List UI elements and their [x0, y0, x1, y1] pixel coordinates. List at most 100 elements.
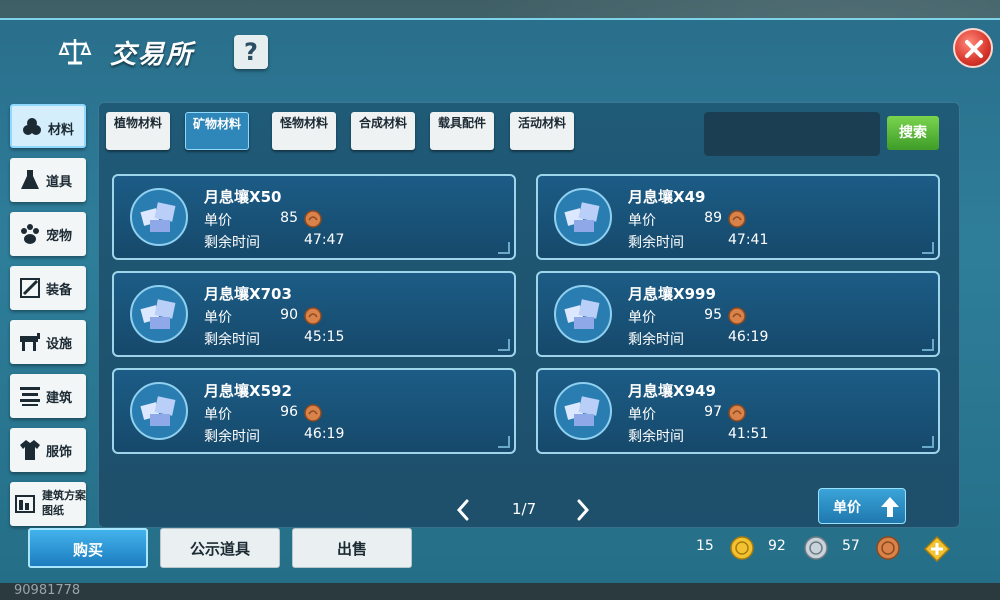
time-label: 剩余时间 — [628, 429, 684, 445]
tab-synthetic-materials[interactable]: 合成材料 — [351, 112, 415, 150]
listing-card[interactable]: 月息壤X949 单价 97 剩余时间 41:51 — [536, 368, 940, 454]
price-label: 单价 — [628, 407, 656, 423]
title-bar: 交易所 ? — [0, 20, 1000, 82]
copper-coin-icon — [304, 404, 322, 422]
materials-icon — [23, 118, 41, 135]
scale-icon — [58, 39, 92, 65]
soil-item-icon — [130, 285, 188, 343]
blueprint-icon — [15, 495, 35, 513]
price-value: 96 — [280, 404, 298, 420]
sidebar-item-props[interactable]: 道具 — [10, 158, 86, 202]
soil-item-icon — [554, 285, 612, 343]
soil-item-icon — [554, 188, 612, 246]
listing-card[interactable]: 月息壤X49 单价 89 剩余时间 47:41 — [536, 174, 940, 260]
price-value: 97 — [704, 404, 722, 420]
price-value: 85 — [280, 210, 298, 226]
buy-button[interactable]: 购买 — [28, 528, 148, 568]
corner-decoration — [498, 242, 510, 254]
sidebar-item-blueprints[interactable]: 建筑方案图纸 — [10, 482, 86, 526]
sidebar-item-equipment[interactable]: 装备 — [10, 266, 86, 310]
time-value: 47:47 — [304, 232, 345, 248]
gold-coin-icon — [730, 536, 754, 560]
publicize-items-button[interactable]: 公示道具 — [160, 528, 280, 568]
tab-mineral-materials[interactable]: 矿物材料 — [185, 112, 249, 150]
paw-icon — [21, 224, 39, 244]
sidebar-item-buildings[interactable]: 建筑 — [10, 374, 86, 418]
copper-coin-icon — [304, 307, 322, 325]
close-icon — [965, 40, 983, 58]
tab-plant-materials[interactable]: 植物材料 — [106, 112, 170, 150]
price-value: 95 — [704, 307, 722, 323]
price-label: 单价 — [204, 407, 232, 423]
soil-item-icon — [554, 382, 612, 440]
corner-decoration — [498, 436, 510, 448]
time-label: 剩余时间 — [204, 332, 260, 348]
time-value: 47:41 — [728, 232, 769, 248]
listing-name: 月息壤X49 — [628, 188, 706, 206]
price-value: 89 — [704, 210, 722, 226]
page-title: 交易所 — [110, 40, 195, 70]
silver-amount: 92 — [768, 538, 786, 554]
corner-decoration — [922, 339, 934, 351]
sell-button[interactable]: 出售 — [292, 528, 412, 568]
sidebar-item-label: 建筑 — [46, 391, 73, 406]
time-value: 46:19 — [728, 329, 769, 345]
search-button[interactable]: 搜索 — [887, 116, 939, 150]
copper-coin-icon — [728, 404, 746, 422]
sword-icon — [20, 278, 40, 298]
listing-card[interactable]: 月息壤X592 单价 96 剩余时间 46:19 — [112, 368, 516, 454]
sort-by-price-button[interactable]: 单价 — [818, 488, 906, 524]
price-label: 单价 — [204, 310, 232, 326]
sidebar-item-pets[interactable]: 宠物 — [10, 212, 86, 256]
sidebar-item-clothing[interactable]: 服饰 — [10, 428, 86, 472]
flask-icon — [21, 170, 39, 189]
listing-name: 月息壤X999 — [628, 285, 716, 303]
copper-coin-icon — [728, 307, 746, 325]
time-label: 剩余时间 — [204, 235, 260, 251]
tab-monster-materials[interactable]: 怪物材料 — [272, 112, 336, 150]
copper-amount: 57 — [842, 538, 860, 554]
sidebar-item-facilities[interactable]: 设施 — [10, 320, 86, 364]
listing-card[interactable]: 月息壤X703 单价 90 剩余时间 45:15 — [112, 271, 516, 357]
time-value: 45:15 — [304, 329, 345, 345]
corner-decoration — [498, 339, 510, 351]
exchange-window: 交易所 ? 材料 道具 宠物 装备 设施 建筑 服饰 建筑方案图纸 植物材料 矿… — [0, 18, 1000, 585]
help-button[interactable]: ? — [234, 35, 268, 69]
sidebar-item-materials[interactable]: 材料 — [10, 104, 86, 148]
listing-name: 月息壤X949 — [628, 382, 716, 400]
time-value: 41:51 — [728, 426, 769, 442]
sidebar-item-label: 服饰 — [46, 445, 73, 460]
footer-strip — [0, 583, 1000, 600]
listing-name: 月息壤X50 — [204, 188, 282, 206]
building-icon — [20, 387, 40, 406]
listing-name: 月息壤X592 — [204, 382, 292, 400]
sidebar-item-label: 建筑方案图纸 — [42, 489, 86, 517]
clothing-icon — [20, 440, 40, 460]
copper-coin-icon — [876, 536, 900, 560]
listing-card[interactable]: 月息壤X999 单价 95 剩余时间 46:19 — [536, 271, 940, 357]
price-label: 单价 — [204, 213, 232, 229]
sort-label: 单价 — [833, 500, 861, 516]
sidebar-item-label: 宠物 — [46, 229, 73, 244]
tab-vehicle-parts[interactable]: 载具配件 — [430, 112, 494, 150]
sidebar-item-label: 设施 — [46, 337, 73, 352]
chevron-right-icon[interactable] — [574, 498, 592, 522]
page-indicator: 1/7 — [512, 500, 537, 518]
search-input[interactable] — [704, 112, 880, 156]
tab-event-materials[interactable]: 活动材料 — [510, 112, 574, 150]
gold-amount: 15 — [696, 538, 714, 554]
close-button[interactable] — [953, 28, 993, 68]
time-label: 剩余时间 — [628, 332, 684, 348]
silver-coin-icon — [804, 536, 828, 560]
copper-coin-icon — [728, 210, 746, 228]
market-panel: 植物材料 矿物材料 怪物材料 合成材料 载具配件 活动材料 搜索 月息壤X50 … — [98, 102, 960, 528]
add-currency-button[interactable] — [924, 536, 950, 562]
corner-decoration — [922, 242, 934, 254]
chevron-left-icon[interactable] — [454, 498, 472, 522]
sort-arrow-icon — [881, 497, 899, 517]
time-value: 46:19 — [304, 426, 345, 442]
time-label: 剩余时间 — [204, 429, 260, 445]
listing-card[interactable]: 月息壤X50 单价 85 剩余时间 47:47 — [112, 174, 516, 260]
facility-icon — [20, 333, 40, 351]
sidebar-item-label: 道具 — [46, 175, 73, 190]
